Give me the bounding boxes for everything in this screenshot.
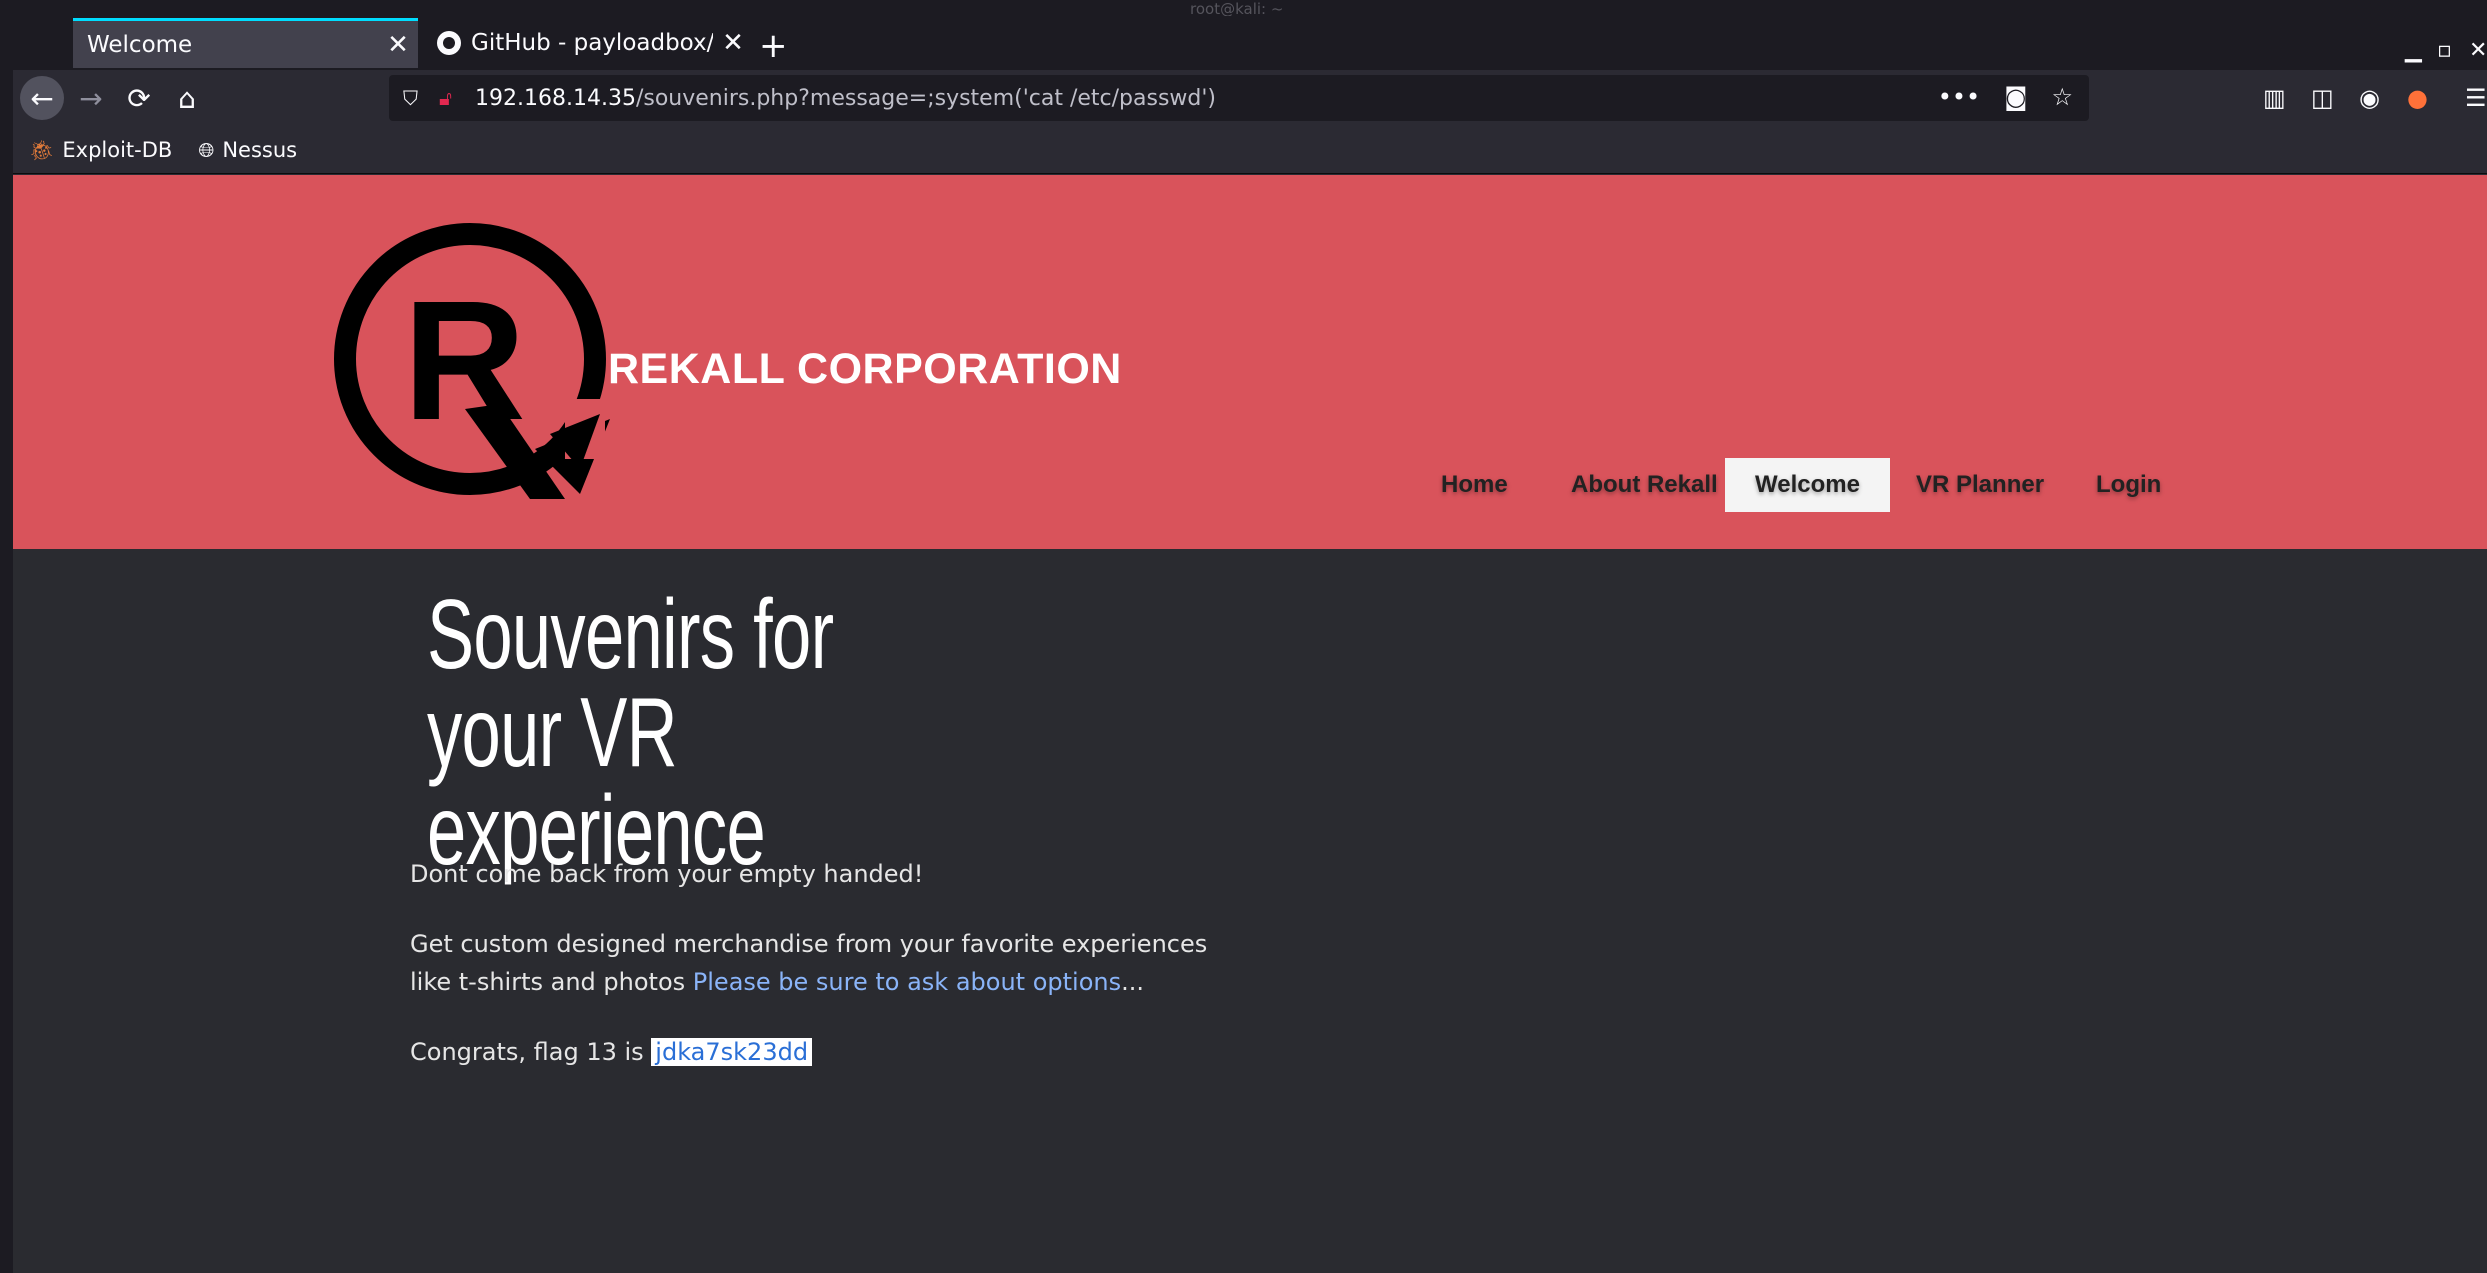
tracking-shield-icon[interactable]: ⛉ [403, 86, 429, 110]
web-page: R REKALL CORPORATION Home About Rekall W… [13, 175, 2487, 1273]
reload-icon[interactable]: ⟳ [117, 76, 161, 120]
close-icon[interactable]: ✕ [378, 30, 418, 60]
back-arrow-icon[interactable]: ← [20, 76, 64, 120]
menu-login[interactable]: Login [2066, 458, 2191, 512]
flag-value[interactable]: jdka7sk23dd [651, 1038, 813, 1066]
url-bar[interactable]: ⛉ 🔓︎ 192.168.14.35/souvenirs.php?message… [389, 75, 2089, 121]
page-actions-icon[interactable]: ••• [1938, 83, 1980, 111]
forward-arrow-icon[interactable]: → [69, 76, 113, 120]
options-link[interactable]: Please be sure to ask about options [693, 968, 1121, 996]
bookmarks-toolbar: 🐞︎ Exploit-DB 🌐︎ Nessus [13, 126, 2487, 174]
bookmark-nessus[interactable]: 🌐︎ Nessus [198, 138, 297, 162]
bookmark-star-icon[interactable]: ☆ [2051, 83, 2073, 111]
merch-tail: ... [1121, 968, 1144, 996]
menu-hamburger-icon[interactable]: ☰ [2465, 84, 2487, 112]
title-line-1: Souvenirs for your VR [427, 579, 834, 787]
url-host: 192.168.14.35 [475, 85, 636, 111]
flag-text: Congrats, flag 13 is [410, 1038, 652, 1066]
menu-about[interactable]: About Rekall [1541, 458, 1748, 512]
sidebar-icon[interactable]: ◫ [2311, 84, 2334, 112]
home-icon[interactable]: ⌂ [165, 76, 209, 120]
merch-paragraph: Get custom designed merchandise from you… [410, 925, 1230, 1001]
navigation-toolbar: ← → ⟳ ⌂ ⛉ 🔓︎ 192.168.14.35/souvenirs.php… [13, 70, 2487, 126]
tab-label: GitHub - payloadbox/command-injection-pa… [471, 30, 713, 56]
tab-label: Welcome [87, 31, 193, 58]
rekall-logo[interactable]: R [325, 219, 625, 499]
close-icon[interactable]: ✕ [713, 28, 753, 58]
page-title: Souvenirs for your VR experience [427, 585, 974, 879]
intro-paragraph: Dont come back from your empty handed! [410, 860, 924, 888]
tab-welcome[interactable]: Welcome ✕ [73, 18, 418, 68]
menu-welcome[interactable]: Welcome [1725, 458, 1890, 512]
extension-icon[interactable]: ● [2407, 84, 2428, 112]
minimize-icon[interactable]: ▁ [2405, 38, 2422, 63]
insecure-lock-icon[interactable]: 🔓︎ [439, 86, 469, 110]
bookmark-label: Nessus [222, 137, 298, 162]
bookmark-exploit-db[interactable]: 🐞︎ Exploit-DB [29, 138, 172, 162]
maximize-icon[interactable]: ▫ [2437, 38, 2452, 63]
github-icon [437, 31, 461, 55]
flag-paragraph: Congrats, flag 13 is jdka7sk23dd [410, 1033, 1230, 1071]
brand-name: REKALL CORPORATION [608, 345, 1122, 393]
desktop-edge [0, 0, 13, 1273]
new-tab-button[interactable]: + [759, 26, 788, 66]
url-path: /souvenirs.php?message=;system('cat /etc… [635, 85, 1217, 111]
tab-github[interactable]: GitHub - payloadbox/command-injection-pa… [423, 18, 753, 68]
library-icon[interactable]: ▥ [2263, 84, 2286, 112]
menu-vr-planner[interactable]: VR Planner [1886, 458, 2074, 512]
pocket-icon[interactable]: ◙ [2004, 83, 2027, 111]
account-icon[interactable]: ◉ [2359, 84, 2380, 112]
close-window-icon[interactable]: ✕ [2469, 38, 2487, 63]
menu-home[interactable]: Home [1411, 458, 1538, 512]
tab-strip: Welcome ✕ GitHub - payloadbox/command-in… [13, 16, 2487, 70]
site-header: R REKALL CORPORATION Home About Rekall W… [13, 175, 2487, 549]
globe-icon: 🌐︎ [198, 137, 215, 162]
window-titlebar: root@kali: ~ [0, 0, 2487, 18]
exploit-db-icon: 🐞︎ [29, 137, 55, 162]
bookmark-label: Exploit-DB [62, 137, 173, 162]
